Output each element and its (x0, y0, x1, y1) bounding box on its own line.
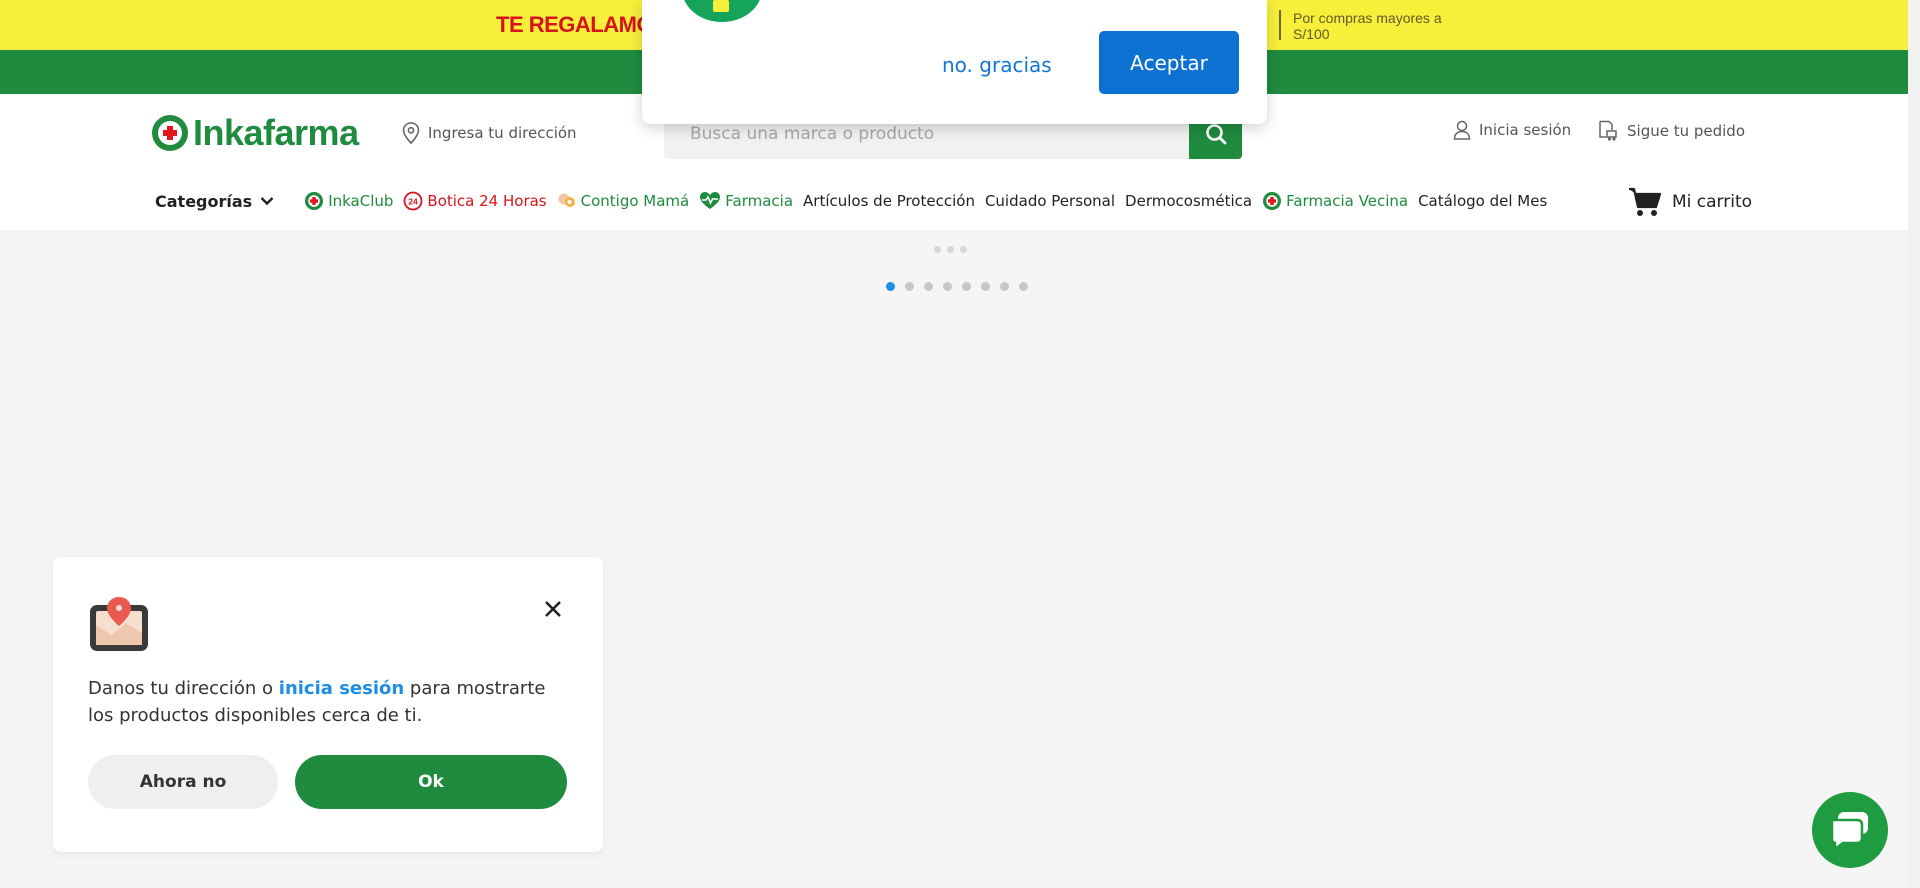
location-pin-icon (402, 122, 420, 144)
main-nav: Categorías InkaClub 24 Botica 24 Horas C… (155, 186, 1557, 216)
nav-item-label: Contigo Mamá (580, 192, 690, 210)
close-icon (545, 601, 561, 617)
carousel-dot[interactable] (943, 282, 952, 291)
notification-prompt: no. gracias Aceptar (642, 0, 1267, 124)
carousel-pagination (886, 282, 1038, 291)
loading-dot (960, 246, 967, 253)
loading-dot (934, 246, 941, 253)
map-pin-icon (90, 597, 148, 651)
chevron-down-icon (260, 197, 274, 206)
carousel-dot[interactable] (905, 282, 914, 291)
mom-icon (558, 193, 575, 207)
nav-item-inkaclub[interactable]: InkaClub (304, 191, 393, 211)
nav-item-dermocosmetica[interactable]: Dermocosmética (1125, 192, 1252, 210)
nav-item-label: Catálogo del Mes (1418, 192, 1548, 210)
message-text: Danos tu dirección o (88, 678, 279, 699)
ok-button[interactable]: Ok (295, 755, 567, 809)
cart-icon (1629, 187, 1662, 216)
address-prompt-message: Danos tu dirección o inicia sesión para … (88, 675, 568, 729)
nav-item-botica-24-horas[interactable]: 24 Botica 24 Horas (403, 191, 547, 211)
promo-note: Por compras mayores a S/100 (1293, 10, 1442, 42)
carousel-dot[interactable] (886, 282, 895, 291)
nav-item-cuidado-personal[interactable]: Cuidado Personal (985, 192, 1115, 210)
cart-button[interactable]: Mi carrito (1628, 186, 1752, 218)
nav-item-label: Cuidado Personal (984, 192, 1116, 210)
inkaclub-icon (305, 192, 324, 210)
chat-bubble-icon (1830, 812, 1868, 850)
brand-name: Inkafarma (193, 112, 359, 153)
carousel-dot[interactable] (981, 282, 990, 291)
address-label: Ingresa tu dirección (428, 124, 577, 142)
loading-indicator (934, 246, 973, 253)
carousel-dot[interactable] (1019, 282, 1028, 291)
promo-divider (1279, 10, 1281, 40)
track-order-link[interactable]: Sigue tu pedido (1597, 120, 1745, 142)
nav-item-label: Dermocosmética (1125, 192, 1253, 210)
login-inline-link[interactable]: inicia sesión (279, 678, 404, 699)
nav-item-contigo-mama[interactable]: Contigo Mamá (557, 191, 690, 211)
brand-logo[interactable]: Inkafarma (152, 112, 359, 154)
login-link[interactable]: Inicia sesión (1453, 120, 1571, 140)
address-prompt-card: Danos tu dirección o inicia sesión para … (53, 557, 603, 852)
accept-notifications-button[interactable]: Aceptar (1099, 31, 1239, 94)
chat-button[interactable] (1812, 792, 1888, 868)
order-tracking-icon (1599, 120, 1617, 141)
inkafarma-cross-icon (1263, 192, 1282, 210)
search-icon (1205, 123, 1226, 144)
decline-notifications-button[interactable]: no. gracias (936, 52, 1058, 78)
login-label: Inicia sesión (1479, 121, 1572, 139)
loading-dot (947, 246, 954, 253)
page-scrollbar[interactable] (1908, 0, 1920, 888)
nav-item-label: Artículos de Protección (803, 192, 975, 210)
nav-item-farmacia-vecina[interactable]: Farmacia Vecina (1262, 191, 1408, 211)
nav-item-label: Botica 24 Horas (427, 192, 547, 210)
close-button[interactable] (539, 595, 567, 623)
carousel-dot[interactable] (924, 282, 933, 291)
carousel-dot[interactable] (1000, 282, 1009, 291)
svg-text:24: 24 (409, 197, 419, 207)
nav-item-catalogo-del-mes[interactable]: Catálogo del Mes (1418, 192, 1547, 210)
heartbeat-icon (700, 192, 721, 209)
track-order-label: Sigue tu pedido (1627, 122, 1746, 140)
nav-item-farmacia[interactable]: Farmacia (699, 191, 793, 211)
user-icon (1453, 120, 1471, 140)
categories-label: Categorías (155, 191, 253, 211)
cart-label: Mi carrito (1672, 192, 1753, 212)
nav-item-label: InkaClub (328, 192, 394, 210)
nav-item-label: Farmacia Vecina (1286, 192, 1409, 210)
address-selector[interactable]: Ingresa tu dirección (402, 122, 577, 144)
categories-dropdown[interactable]: Categorías (155, 192, 274, 211)
carousel-dot[interactable] (962, 282, 971, 291)
24-hours-icon: 24 (404, 191, 423, 211)
inkafarma-cross-icon (152, 115, 188, 151)
not-now-button[interactable]: Ahora no (88, 755, 278, 809)
notification-bell-icon (682, 0, 762, 22)
nav-item-label: Farmacia (725, 192, 794, 210)
nav-item-articulos-proteccion[interactable]: Artículos de Protección (803, 192, 975, 210)
